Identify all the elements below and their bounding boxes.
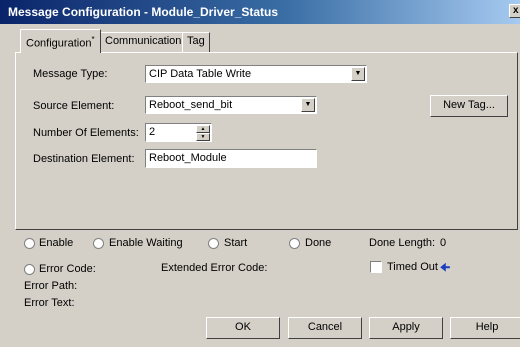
destination-element-input[interactable]: Reboot_Module [145,149,317,168]
destination-element-label: Destination Element: [33,153,135,165]
enable-label: Enable [39,237,74,249]
cancel-button[interactable]: Cancel [288,317,362,339]
chevron-down-icon[interactable]: ▼ [301,98,315,112]
tab-configuration[interactable]: Configuration* [20,29,101,53]
source-element-label: Source Element: [33,100,115,112]
tab-configuration-label: Configuration [26,37,92,50]
extended-error-code-label: Extended Error Code: [161,262,268,274]
enable-waiting-label: Enable Waiting [109,237,183,249]
timed-out-checkbox[interactable] [370,261,382,273]
error-code-label: Error Code: [39,263,96,275]
error-text-label: Error Text: [24,297,75,309]
start-indicator-icon [208,238,219,249]
message-type-label: Message Type: [33,68,108,80]
message-configuration-dialog: Message Configuration - Module_Driver_St… [0,0,520,347]
spin-up-icon[interactable]: ▲ [196,125,210,133]
source-element-select[interactable]: Reboot_send_bit ▼ [145,96,317,114]
tab-tag[interactable]: Tag [182,32,210,52]
message-type-value: CIP Data Table Write [149,68,252,80]
chevron-down-icon[interactable]: ▼ [351,67,365,81]
arrow-left-icon: 🠈 [440,262,451,274]
done-indicator-icon [289,238,300,249]
error-path-label: Error Path: [24,280,78,292]
spin-down-icon[interactable]: ▼ [196,133,210,141]
error-code-indicator-icon [24,264,35,275]
done-length-value: 0 [440,237,447,249]
ok-button[interactable]: OK [206,317,280,339]
tab-communication-label: Communication [105,35,182,47]
enable-waiting-indicator-icon [93,238,104,249]
done-length-label: Done Length: [369,237,436,249]
enable-indicator-icon [24,238,35,249]
tab-communication[interactable]: Communication [100,32,187,52]
done-label: Done [305,237,332,249]
timed-out-label: Timed Out [387,261,438,273]
new-tag-button[interactable]: New Tag... [430,95,508,117]
number-of-elements-label: Number Of Elements: [33,127,139,139]
source-element-value: Reboot_send_bit [149,99,233,111]
title-bar[interactable]: Message Configuration - Module_Driver_St… [0,0,520,24]
message-type-select[interactable]: CIP Data Table Write ▼ [145,65,367,83]
window-title: Message Configuration - Module_Driver_St… [8,5,279,19]
help-button[interactable]: Help [450,317,520,339]
apply-button[interactable]: Apply [369,317,443,339]
tab-modified-marker: * [91,35,95,44]
tab-tag-label: Tag [187,35,205,47]
start-label: Start [224,237,248,249]
close-button[interactable]: x [509,4,520,18]
